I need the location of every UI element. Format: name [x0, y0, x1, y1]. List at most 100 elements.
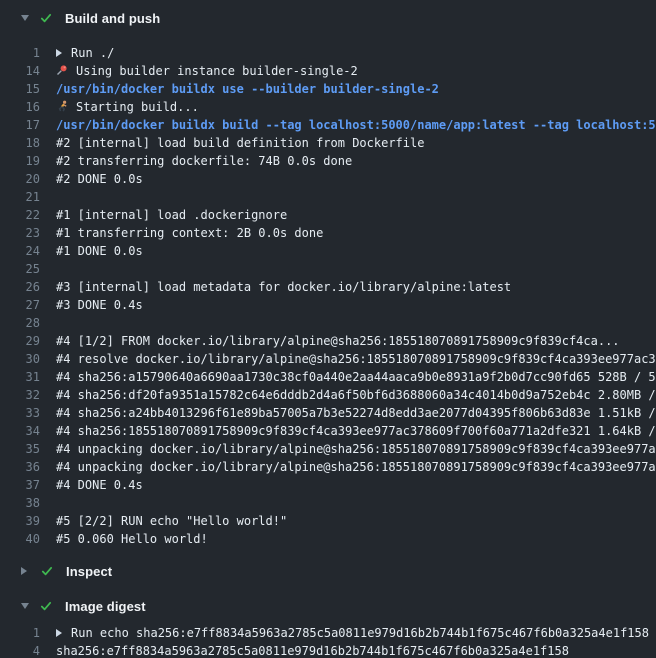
line-number[interactable]: 26	[0, 280, 40, 294]
log-line: 14 Using builder instance builder-single-…	[0, 62, 656, 80]
log-text: Starting build...	[56, 100, 199, 115]
line-number[interactable]: 22	[0, 208, 40, 222]
line-number[interactable]: 21	[0, 190, 40, 204]
log-text: #1 DONE 0.0s	[56, 244, 143, 258]
log-line: 1 Run echo sha256:e7ff8834a5963a2785c5a08…	[0, 624, 656, 642]
line-number[interactable]: 1	[0, 46, 40, 60]
log-line: 17/usr/bin/docker buildx build --tag loc…	[0, 116, 656, 134]
log-line: 33 #4 sha256:a24bb4013296f61e89ba57005a7b…	[0, 404, 656, 422]
log-command-text: /usr/bin/docker buildx use --builder bui…	[56, 82, 439, 96]
log-text: #3 [internal] load metadata for docker.i…	[56, 280, 511, 294]
log-text: #4 DONE 0.4s	[56, 478, 143, 492]
log-line: 29 #4 [1/2] FROM docker.io/library/alpine…	[0, 332, 656, 350]
log-text: #3 DONE 0.4s	[56, 298, 143, 312]
actions-log-viewer: Build and push 1Run ./14Using builder in…	[0, 0, 656, 658]
success-check-icon	[40, 564, 54, 578]
log-text: #4 sha256:a24bb4013296f61e89ba57005a7b3e…	[56, 406, 656, 420]
line-number[interactable]: 17	[0, 118, 40, 132]
line-number[interactable]: 30	[0, 352, 40, 366]
line-number[interactable]: 36	[0, 460, 40, 474]
log-line: 35 #4 unpacking docker.io/library/alpine@…	[0, 440, 656, 458]
group-header-inspect[interactable]: Inspect	[0, 554, 656, 588]
log-group-image-digest: Image digest 1 Run echo sha256:e7ff8834a5…	[0, 588, 656, 658]
log-line: 22#1 [internal] load .dockerignore	[0, 206, 656, 224]
success-check-icon	[39, 599, 53, 613]
line-number[interactable]: 24	[0, 244, 40, 258]
log-text: #1 transferring context: 2B 0.0s done	[56, 226, 323, 240]
log-line: 28	[0, 314, 656, 332]
log-text: #4 sha256:a15790640a6690aa1730c38cf0a440…	[56, 370, 656, 384]
log-text: #5 [2/2] RUN echo "Hello world!"	[56, 514, 287, 528]
log-text: Using builder instance builder-single-2	[56, 64, 358, 79]
line-number[interactable]: 32	[0, 388, 40, 402]
log-line: 16 Starting build...	[0, 98, 656, 116]
log-text: sha256:e7ff8834a5963a2785c5a0811e979d16b…	[56, 644, 569, 658]
expand-triangle-icon[interactable]	[21, 567, 27, 575]
line-number[interactable]: 39	[0, 514, 40, 528]
line-number[interactable]: 31	[0, 370, 40, 384]
log-text: #2 DONE 0.0s	[56, 172, 143, 186]
line-number[interactable]: 37	[0, 478, 40, 492]
line-number[interactable]: 33	[0, 406, 40, 420]
log-text: #4 unpacking docker.io/library/alpine@sh…	[56, 442, 656, 456]
log-line: 38	[0, 494, 656, 512]
log-line: 26 #3 [internal] load metadata for docker…	[0, 278, 656, 296]
group-title: Inspect	[66, 564, 112, 579]
log-line: 34 #4 sha256:185518070891758909c9f839cf4c…	[0, 422, 656, 440]
collapse-triangle-icon[interactable]	[21, 15, 29, 21]
log-line: 18#2 [internal] load build definition fr…	[0, 134, 656, 152]
line-number[interactable]: 16	[0, 100, 40, 114]
line-number[interactable]: 15	[0, 82, 40, 96]
group-header-image-digest[interactable]: Image digest	[0, 588, 656, 624]
log-lines-image-digest: 1 Run echo sha256:e7ff8834a5963a2785c5a08…	[0, 624, 656, 658]
log-line: 27 #3 DONE 0.4s	[0, 296, 656, 314]
log-text: #4 [1/2] FROM docker.io/library/alpine@s…	[56, 334, 620, 348]
log-line: 4 sha256:e7ff8834a5963a2785c5a0811e979d16…	[0, 642, 656, 658]
line-number[interactable]: 18	[0, 136, 40, 150]
log-line: 32 #4 sha256:df20fa9351a15782c64e6dddb2d4…	[0, 386, 656, 404]
log-text: Run echo sha256:e7ff8834a5963a2785c5a081…	[56, 626, 649, 640]
line-number[interactable]: 14	[0, 64, 40, 78]
log-line: 36 #4 unpacking docker.io/library/alpine@…	[0, 458, 656, 476]
run-expand-chevron-icon[interactable]	[56, 49, 62, 57]
log-text: #4 unpacking docker.io/library/alpine@sh…	[56, 460, 656, 474]
group-title: Build and push	[65, 11, 160, 26]
log-line: 15/usr/bin/docker buildx use --builder b…	[0, 80, 656, 98]
log-line: 37 #4 DONE 0.4s	[0, 476, 656, 494]
log-line: 19 #2 transferring dockerfile: 74B 0.0s d…	[0, 152, 656, 170]
line-number[interactable]: 29	[0, 334, 40, 348]
log-line: 40 #5 0.060 Hello world!	[0, 530, 656, 548]
line-number[interactable]: 23	[0, 226, 40, 240]
log-line: 30 #4 resolve docker.io/library/alpine@sh…	[0, 350, 656, 368]
run-expand-chevron-icon[interactable]	[56, 629, 62, 637]
line-number[interactable]: 35	[0, 442, 40, 456]
log-text: #4 resolve docker.io/library/alpine@sha2…	[56, 352, 656, 366]
success-check-icon	[39, 11, 53, 25]
line-number[interactable]: 20	[0, 172, 40, 186]
line-number[interactable]: 28	[0, 316, 40, 330]
log-line: 20 #2 DONE 0.0s	[0, 170, 656, 188]
line-number[interactable]: 25	[0, 262, 40, 276]
log-group-build-and-push: Build and push 1 Run ./ 14 Using builder in…	[0, 0, 656, 554]
line-number[interactable]: 19	[0, 154, 40, 168]
log-group-inspect: Inspect	[0, 554, 656, 588]
line-number[interactable]: 38	[0, 496, 40, 510]
log-text: #5 0.060 Hello world!	[56, 532, 208, 546]
log-line: 1 Run ./	[0, 44, 656, 62]
line-number[interactable]: 4	[0, 644, 40, 658]
log-text: #2 transferring dockerfile: 74B 0.0s don…	[56, 154, 352, 168]
runner-icon	[56, 100, 68, 115]
log-text: Run ./	[56, 46, 114, 60]
log-command-text: /usr/bin/docker buildx build --tag local…	[56, 118, 656, 132]
group-header-build-and-push[interactable]: Build and push	[0, 0, 656, 36]
log-line: 24 #1 DONE 0.0s	[0, 242, 656, 260]
collapse-triangle-icon[interactable]	[21, 603, 29, 609]
log-line: 21	[0, 188, 656, 206]
line-number[interactable]: 27	[0, 298, 40, 312]
line-number[interactable]: 1	[0, 626, 40, 640]
line-number[interactable]: 40	[0, 532, 40, 546]
log-text: #4 sha256:df20fa9351a15782c64e6dddb2d4a6…	[56, 388, 656, 402]
log-text: #4 sha256:185518070891758909c9f839cf4ca3…	[56, 424, 656, 438]
line-number[interactable]: 34	[0, 424, 40, 438]
log-line: 25	[0, 260, 656, 278]
